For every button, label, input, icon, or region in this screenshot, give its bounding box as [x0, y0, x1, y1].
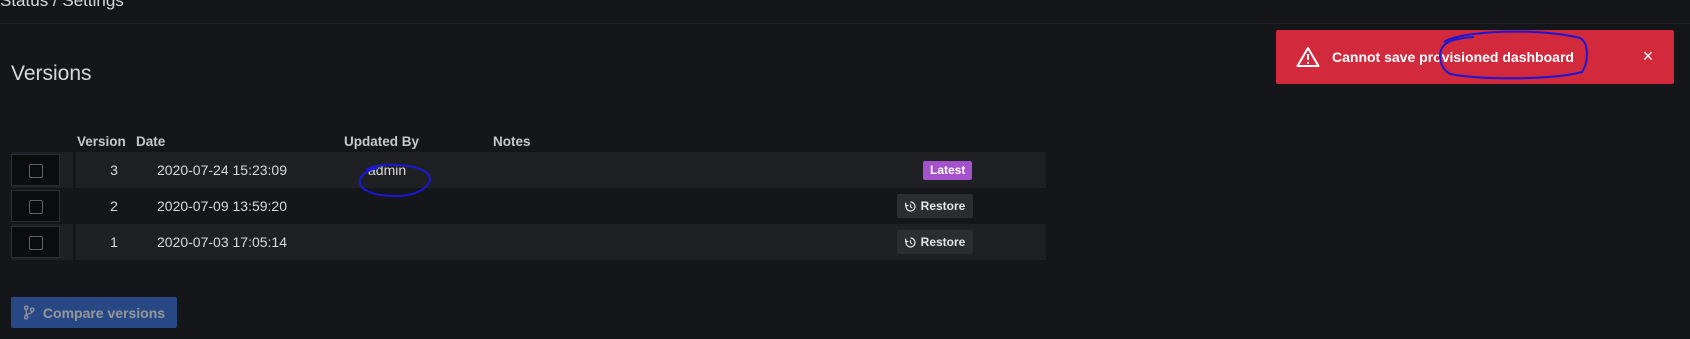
page-title: Versions: [11, 62, 92, 85]
updated-by-cell: admin: [368, 162, 407, 178]
version-cell: 1: [110, 234, 118, 250]
column-updated-by: Updated By: [344, 134, 420, 149]
compare-versions-label: Compare versions: [42, 304, 166, 321]
row-select-cell: [11, 188, 73, 224]
row-content: 1 2020-07-03 17:05:14 Restore: [76, 224, 1046, 260]
row-checkbox[interactable]: [29, 236, 43, 250]
version-cell: 2: [110, 198, 118, 214]
toast-close-button[interactable]: ×: [1636, 44, 1660, 68]
version-cell: 3: [110, 162, 118, 178]
date-cell: 2020-07-24 15:23:09: [157, 162, 287, 178]
error-toast: Cannot save provisioned dashboard ×: [1276, 30, 1674, 84]
checkbox-wrapper: [11, 226, 60, 258]
breadcrumb[interactable]: Status / Settings: [0, 0, 124, 11]
code-branch-icon: [23, 305, 35, 320]
history-icon: [904, 236, 916, 248]
history-icon: [904, 200, 916, 212]
column-version: Version: [77, 134, 126, 149]
top-bar: Status / Settings: [0, 0, 1690, 24]
latest-badge: Latest: [923, 161, 973, 180]
restore-label: Restore: [920, 199, 966, 213]
checkbox-wrapper: [11, 154, 60, 186]
table-row: 3 2020-07-24 15:23:09 admin Latest: [11, 152, 1046, 190]
row-checkbox[interactable]: [29, 200, 43, 214]
row-select-cell: [11, 224, 73, 260]
compare-versions-button[interactable]: Compare versions: [11, 297, 177, 328]
row-content: 3 2020-07-24 15:23:09 admin Latest: [76, 152, 1046, 188]
checkbox-wrapper: [11, 190, 60, 222]
row-select-cell: [11, 152, 73, 188]
table-row: 1 2020-07-03 17:05:14 Restore: [11, 224, 1046, 262]
table-row: 2 2020-07-09 13:59:20 Restore: [11, 188, 1046, 226]
date-cell: 2020-07-03 17:05:14: [157, 234, 287, 250]
versions-table: Version Date Updated By Notes 3 2020-07-…: [11, 134, 1046, 276]
row-checkbox[interactable]: [29, 164, 43, 178]
toast-message: Cannot save provisioned dashboard: [1332, 49, 1574, 65]
date-cell: 2020-07-09 13:59:20: [157, 198, 287, 214]
restore-label: Restore: [920, 235, 966, 249]
exclamation-triangle-icon: [1296, 47, 1320, 67]
column-date: Date: [136, 134, 166, 149]
restore-button[interactable]: Restore: [897, 230, 973, 254]
column-notes: Notes: [493, 134, 531, 149]
row-content: 2 2020-07-09 13:59:20 Restore: [76, 188, 1046, 224]
restore-button[interactable]: Restore: [897, 194, 973, 218]
